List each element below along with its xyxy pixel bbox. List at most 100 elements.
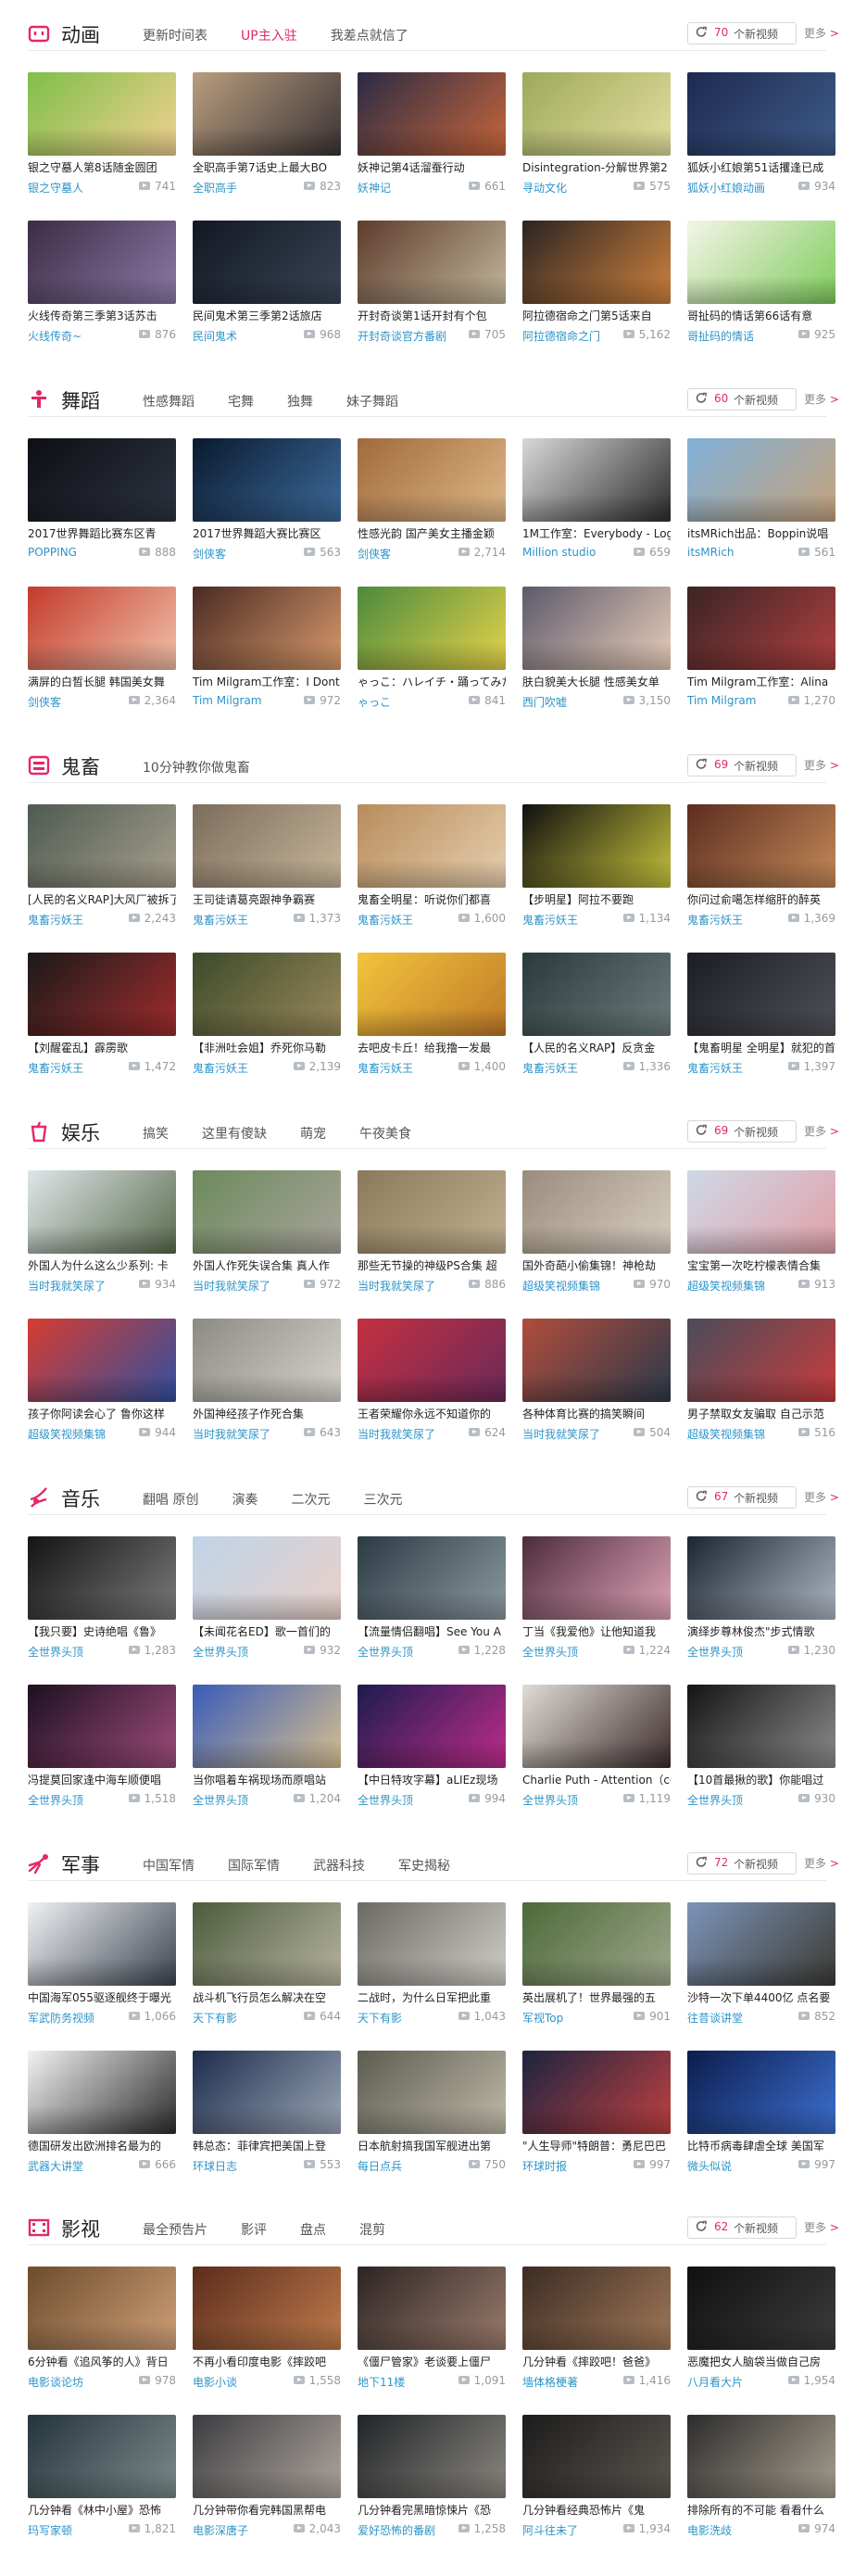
video-thumbnail[interactable] <box>358 2267 506 2350</box>
video-card[interactable]: 【非洲吐会姐】乔死你马勒 鬼畜污妖王 2,139 <box>193 953 341 1087</box>
video-title[interactable]: 韩总态：菲律宾把美国上登 <box>193 2139 341 2153</box>
new-videos-button[interactable]: 69 个新视频 <box>687 1120 797 1143</box>
video-title[interactable]: 那些无节操的神级PS合集 超 <box>358 1258 506 1273</box>
video-card[interactable]: 德国研发出欧洲排名最为的 武器大讲堂 666 <box>28 2051 176 2185</box>
video-thumbnail[interactable] <box>687 221 835 304</box>
video-card[interactable]: 韩总态：菲律宾把美国上登 环球日志 553 <box>193 2051 341 2185</box>
more-link[interactable]: 更多 > <box>804 757 839 773</box>
uploader-name[interactable]: 全职高手 <box>193 180 282 196</box>
tab-anime-0[interactable]: 更新时间表 <box>143 26 207 44</box>
video-title[interactable]: 阿拉德宿命之门第5话来自 <box>522 309 671 323</box>
uploader-name[interactable]: 超级笑视频集锦 <box>687 1278 776 1294</box>
video-thumbnail[interactable] <box>687 1170 835 1254</box>
section-title[interactable]: 娱乐 <box>61 1118 100 1146</box>
tab-dance-2[interactable]: 独舞 <box>287 392 313 410</box>
video-thumbnail[interactable] <box>522 2415 671 2498</box>
uploader-name[interactable]: 当时我就笑尿了 <box>358 1278 446 1294</box>
video-thumbnail[interactable] <box>522 1319 671 1402</box>
video-card[interactable]: 2017世界舞蹈大赛比赛区 剑侠客 563 <box>193 438 341 573</box>
video-card[interactable]: 1M工作室：Everybody - Logic Million studio 659 <box>522 438 671 573</box>
video-thumbnail[interactable] <box>687 1685 835 1768</box>
video-thumbnail[interactable] <box>687 438 835 522</box>
uploader-name[interactable]: 银之守墓人 <box>28 180 117 196</box>
video-title[interactable]: 开封奇谈第1话开封有个包 <box>358 309 506 323</box>
video-card[interactable]: 几分钟看完黑暗惊悚片《恐 爱好恐怖的番剧 1,258 <box>358 2415 506 2549</box>
video-title[interactable]: 二战时，为什么日军把此重 <box>358 1990 506 2005</box>
video-title[interactable]: 几分钟看经典恐怖片《鬼 <box>522 2503 671 2518</box>
more-link[interactable]: 更多 > <box>804 2219 839 2235</box>
section-title[interactable]: 影视 <box>61 2215 100 2242</box>
video-title[interactable]: 【10首最揪的歌】你能唱过 <box>687 1773 835 1787</box>
video-card[interactable]: 火线传奇第三季第3话苏击 火线传奇~ 876 <box>28 221 176 355</box>
video-title[interactable]: 肤白貌美大长腿 性感美女单 <box>522 675 671 689</box>
video-card[interactable]: 《僵尸管家》老谈要上僵尸 地下11楼 1,091 <box>358 2267 506 2401</box>
video-card[interactable]: 【10首最揪的歌】你能唱过 全世界头顶 930 <box>687 1685 835 1819</box>
video-thumbnail[interactable] <box>358 72 506 156</box>
section-title[interactable]: 音乐 <box>61 1484 100 1512</box>
video-thumbnail[interactable] <box>193 804 341 888</box>
video-card[interactable]: 战斗机飞行员怎么解决在空 天下有影 644 <box>193 1902 341 2037</box>
video-title[interactable]: 男子禁取女友骗取 自己示范 <box>687 1407 835 1421</box>
tab-military-1[interactable]: 国际军情 <box>228 1856 280 1875</box>
video-title[interactable]: 【非洲吐会姐】乔死你马勒 <box>193 1041 341 1055</box>
video-card[interactable]: 哥扯码的情话第66话有意 哥扯码的情话 925 <box>687 221 835 355</box>
uploader-name[interactable]: 全世界头顶 <box>522 1792 611 1808</box>
video-card[interactable]: 那些无节操的神级PS合集 超当时我就笑尿了 886 <box>358 1170 506 1305</box>
video-card[interactable]: "人生导师"特朗普：勇尼巴巴 环球时报 997 <box>522 2051 671 2185</box>
video-card[interactable]: 几分钟看《摔跤吧！爸爸》 墙体格梗著 1,416 <box>522 2267 671 2401</box>
video-thumbnail[interactable] <box>193 438 341 522</box>
video-thumbnail[interactable] <box>687 2051 835 2134</box>
video-thumbnail[interactable] <box>687 1536 835 1620</box>
video-title[interactable]: [人民的名义RAP]大风厂被拆了 <box>28 892 176 907</box>
new-videos-button[interactable]: 67 个新视频 <box>687 1486 797 1509</box>
video-card[interactable]: 孩子你阿读会心了 鲁你这样 超级笑视频集锦 944 <box>28 1319 176 1453</box>
uploader-name[interactable]: 当时我就笑尿了 <box>522 1426 611 1442</box>
video-card[interactable]: 王司徒请葛亮跟神争霸赛 鬼畜污妖王 1,373 <box>193 804 341 939</box>
uploader-name[interactable]: 当时我就笑尿了 <box>193 1278 282 1294</box>
uploader-name[interactable]: 当时我就笑尿了 <box>358 1426 446 1442</box>
tab-dance-3[interactable]: 妹子舞蹈 <box>346 392 398 410</box>
new-videos-button[interactable]: 70 个新视频 <box>687 22 797 44</box>
video-title[interactable]: 王司徒请葛亮跟神争霸赛 <box>193 892 341 907</box>
video-title[interactable]: 丁当《我爱他》让他知道我 <box>522 1624 671 1639</box>
video-title[interactable]: 中国海军055驱逐舰终于曝光 <box>28 1990 176 2005</box>
tab-anime-2[interactable]: 我差点就信了 <box>331 26 408 44</box>
uploader-name[interactable]: 天下有影 <box>193 2010 282 2026</box>
video-title[interactable]: 你问过俞噶怎样缩肝的醉英 <box>687 892 835 907</box>
uploader-name[interactable]: 电影谈论坊 <box>28 2374 117 2390</box>
video-card[interactable]: 二战时，为什么日军把此重 天下有影 1,043 <box>358 1902 506 2037</box>
video-title[interactable]: 银之守墓人第8话随金圆团 <box>28 160 176 175</box>
uploader-name[interactable]: 寻动文化 <box>522 180 611 196</box>
video-title[interactable]: itsMRich出品：Boppin说唱 <box>687 526 835 541</box>
video-card[interactable]: 丁当《我爱他》让他知道我 全世界头顶 1,224 <box>522 1536 671 1671</box>
video-title[interactable]: 几分钟看完黑暗惊悚片《恐 <box>358 2503 506 2518</box>
uploader-name[interactable]: 墙体格梗著 <box>522 2374 611 2390</box>
uploader-name[interactable]: 每日点兵 <box>358 2158 446 2174</box>
video-thumbnail[interactable] <box>687 2415 835 2498</box>
video-thumbnail[interactable] <box>193 1685 341 1768</box>
video-card[interactable]: 冯提莫回家逢中海车顺便唱 全世界头顶 1,518 <box>28 1685 176 1819</box>
video-title[interactable]: 沙特一次下单4400亿 点名要 <box>687 1990 835 2005</box>
tab-kichiku-0[interactable]: 10分钟教你做鬼畜 <box>143 758 250 777</box>
uploader-name[interactable]: POPPING <box>28 546 117 559</box>
video-title[interactable]: 鬼畜全明星：听说你们都喜 <box>358 892 506 907</box>
video-card[interactable]: 鬼畜全明星：听说你们都喜 鬼畜污妖王 1,600 <box>358 804 506 939</box>
video-title[interactable]: 冯提莫回家逢中海车顺便唱 <box>28 1773 176 1787</box>
video-thumbnail[interactable] <box>522 1685 671 1768</box>
tab-music-3[interactable]: 三次元 <box>363 1490 402 1509</box>
video-card[interactable]: 恶魔把女人脑袋当做自己房 八月看大片 1,954 <box>687 2267 835 2401</box>
video-card[interactable]: 【刘醒霍乱】霹雳歌 鬼畜污妖王 1,472 <box>28 953 176 1087</box>
uploader-name[interactable]: 爱好恐怖的番剧 <box>358 2522 446 2538</box>
tab-anime-1[interactable]: UP主入驻 <box>241 26 297 44</box>
video-card[interactable]: 6分钟看《追风筝的人》背日 电影谈论坊 978 <box>28 2267 176 2401</box>
new-videos-button[interactable]: 62 个新视频 <box>687 2216 797 2239</box>
more-link[interactable]: 更多 > <box>804 1855 839 1871</box>
video-title[interactable]: 排除所有的不可能 看看什么 <box>687 2503 835 2518</box>
video-card[interactable]: 银之守墓人第8话随金圆团 银之守墓人 741 <box>28 72 176 207</box>
video-thumbnail[interactable] <box>28 1319 176 1402</box>
video-title[interactable]: 狐妖小红娘第51话攫逢已成 <box>687 160 835 175</box>
tab-dance-1[interactable]: 宅舞 <box>228 392 254 410</box>
video-title[interactable]: 外国神经孩子作死合集 <box>193 1407 341 1421</box>
video-thumbnail[interactable] <box>522 221 671 304</box>
video-title[interactable]: 几分钟看《摔跤吧！爸爸》 <box>522 2355 671 2369</box>
